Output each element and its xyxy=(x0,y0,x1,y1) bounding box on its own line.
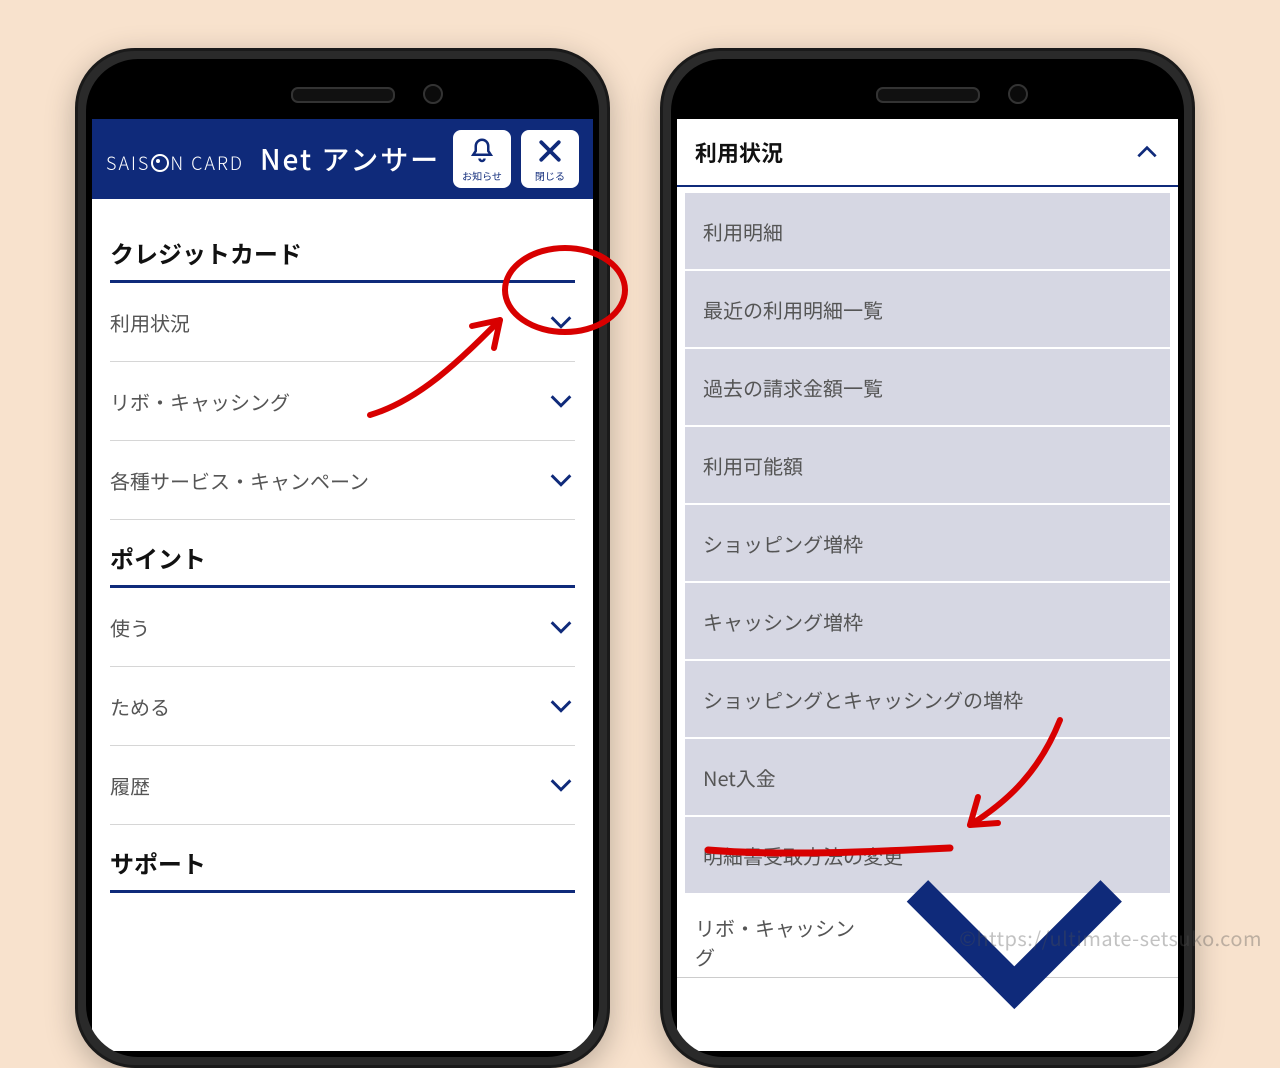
notify-button[interactable]: お知らせ xyxy=(453,130,511,188)
brand-logo: SAIS N CARD Net アンサー xyxy=(106,139,440,179)
brand-text-1: SAIS xyxy=(106,150,150,176)
phone-speaker xyxy=(876,87,980,103)
sub-label: 利用可能額 xyxy=(703,451,803,480)
row-label: リボ・キャッシング xyxy=(695,913,869,971)
sub-item-details[interactable]: 利用明細 xyxy=(685,193,1170,271)
chevron-up-icon xyxy=(1134,139,1160,165)
chevron-down-icon xyxy=(547,692,575,720)
sub-label: 最近の利用明細一覧 xyxy=(703,295,883,324)
sub-label: ショッピング増枠 xyxy=(703,529,863,558)
phone-inner-right: 利用状況 利用明細 最近の利用明細一覧 過去の請求金額一覧 利用可能額 ショッピ… xyxy=(671,59,1184,1057)
row-label: ためる xyxy=(110,692,170,721)
sub-item-past-billing[interactable]: 過去の請求金額一覧 xyxy=(685,349,1170,427)
accordion-title: 利用状況 xyxy=(695,136,783,168)
row-ribo-cashing[interactable]: リボ・キャッシング xyxy=(110,362,575,441)
sub-item-available[interactable]: 利用可能額 xyxy=(685,427,1170,505)
row-label: 利用状況 xyxy=(110,308,190,337)
row-use[interactable]: 使う xyxy=(110,588,575,667)
app-header: SAIS N CARD Net アンサー お知らせ 閉じる xyxy=(92,119,593,199)
phone-camera xyxy=(423,84,443,104)
close-label: 閉じる xyxy=(535,168,565,183)
bell-icon xyxy=(467,136,497,166)
accordion-usage-status[interactable]: 利用状況 xyxy=(677,119,1178,187)
phone-camera xyxy=(1008,84,1028,104)
brand-circle-icon xyxy=(151,154,169,172)
chevron-down-icon xyxy=(547,771,575,799)
row-label: 履歴 xyxy=(110,771,150,800)
sub-label: キャッシング増枠 xyxy=(703,607,863,636)
phone-right: 利用状況 利用明細 最近の利用明細一覧 過去の請求金額一覧 利用可能額 ショッピ… xyxy=(660,48,1195,1068)
row-label: 使う xyxy=(110,613,150,642)
row-save[interactable]: ためる xyxy=(110,667,575,746)
row-label: 各種サービス・キャンペーン xyxy=(110,466,369,495)
notify-label: お知らせ xyxy=(462,168,502,183)
section-support: サポート xyxy=(110,839,575,893)
sub-item-recent-list[interactable]: 最近の利用明細一覧 xyxy=(685,271,1170,349)
chevron-down-icon xyxy=(547,387,575,415)
row-usage-status[interactable]: 利用状況 xyxy=(110,283,575,362)
sub-label: 過去の請求金額一覧 xyxy=(703,373,883,402)
close-button[interactable]: 閉じる xyxy=(521,130,579,188)
brand-net: Net アンサー xyxy=(260,139,440,179)
row-history[interactable]: 履歴 xyxy=(110,746,575,825)
sub-item-both-increase[interactable]: ショッピングとキャッシングの増枠 xyxy=(685,661,1170,739)
sub-menu-usage: 利用明細 最近の利用明細一覧 過去の請求金額一覧 利用可能額 ショッピング増枠 … xyxy=(685,193,1170,893)
screen-left: SAIS N CARD Net アンサー お知らせ 閉じる クレジットカード 利用… xyxy=(92,119,593,1051)
watermark: ©https://ultimate-setsuko.com xyxy=(959,923,1262,952)
close-icon xyxy=(535,136,565,166)
chevron-down-icon xyxy=(547,308,575,336)
section-point: ポイント xyxy=(110,534,575,588)
row-services-campaign[interactable]: 各種サービス・キャンペーン xyxy=(110,441,575,520)
screen-right: 利用状況 利用明細 最近の利用明細一覧 過去の請求金額一覧 利用可能額 ショッピ… xyxy=(677,119,1178,1051)
phone-inner-left: SAIS N CARD Net アンサー お知らせ 閉じる クレジットカード 利用… xyxy=(86,59,599,1057)
sub-label: ショッピングとキャッシングの増枠 xyxy=(703,685,1023,714)
sub-item-cashing-increase[interactable]: キャッシング増枠 xyxy=(685,583,1170,661)
chevron-down-icon xyxy=(547,466,575,494)
phone-speaker xyxy=(291,87,395,103)
chevron-down-icon xyxy=(547,613,575,641)
sub-item-shopping-increase[interactable]: ショッピング増枠 xyxy=(685,505,1170,583)
phone-left: SAIS N CARD Net アンサー お知らせ 閉じる クレジットカード 利用… xyxy=(75,48,610,1068)
sub-label: 利用明細 xyxy=(703,217,783,246)
brand-text-2: N CARD xyxy=(170,150,244,176)
row-label: リボ・キャッシング xyxy=(110,387,290,416)
sub-label: Net入金 xyxy=(703,763,776,792)
section-credit-card: クレジットカード xyxy=(110,229,575,283)
